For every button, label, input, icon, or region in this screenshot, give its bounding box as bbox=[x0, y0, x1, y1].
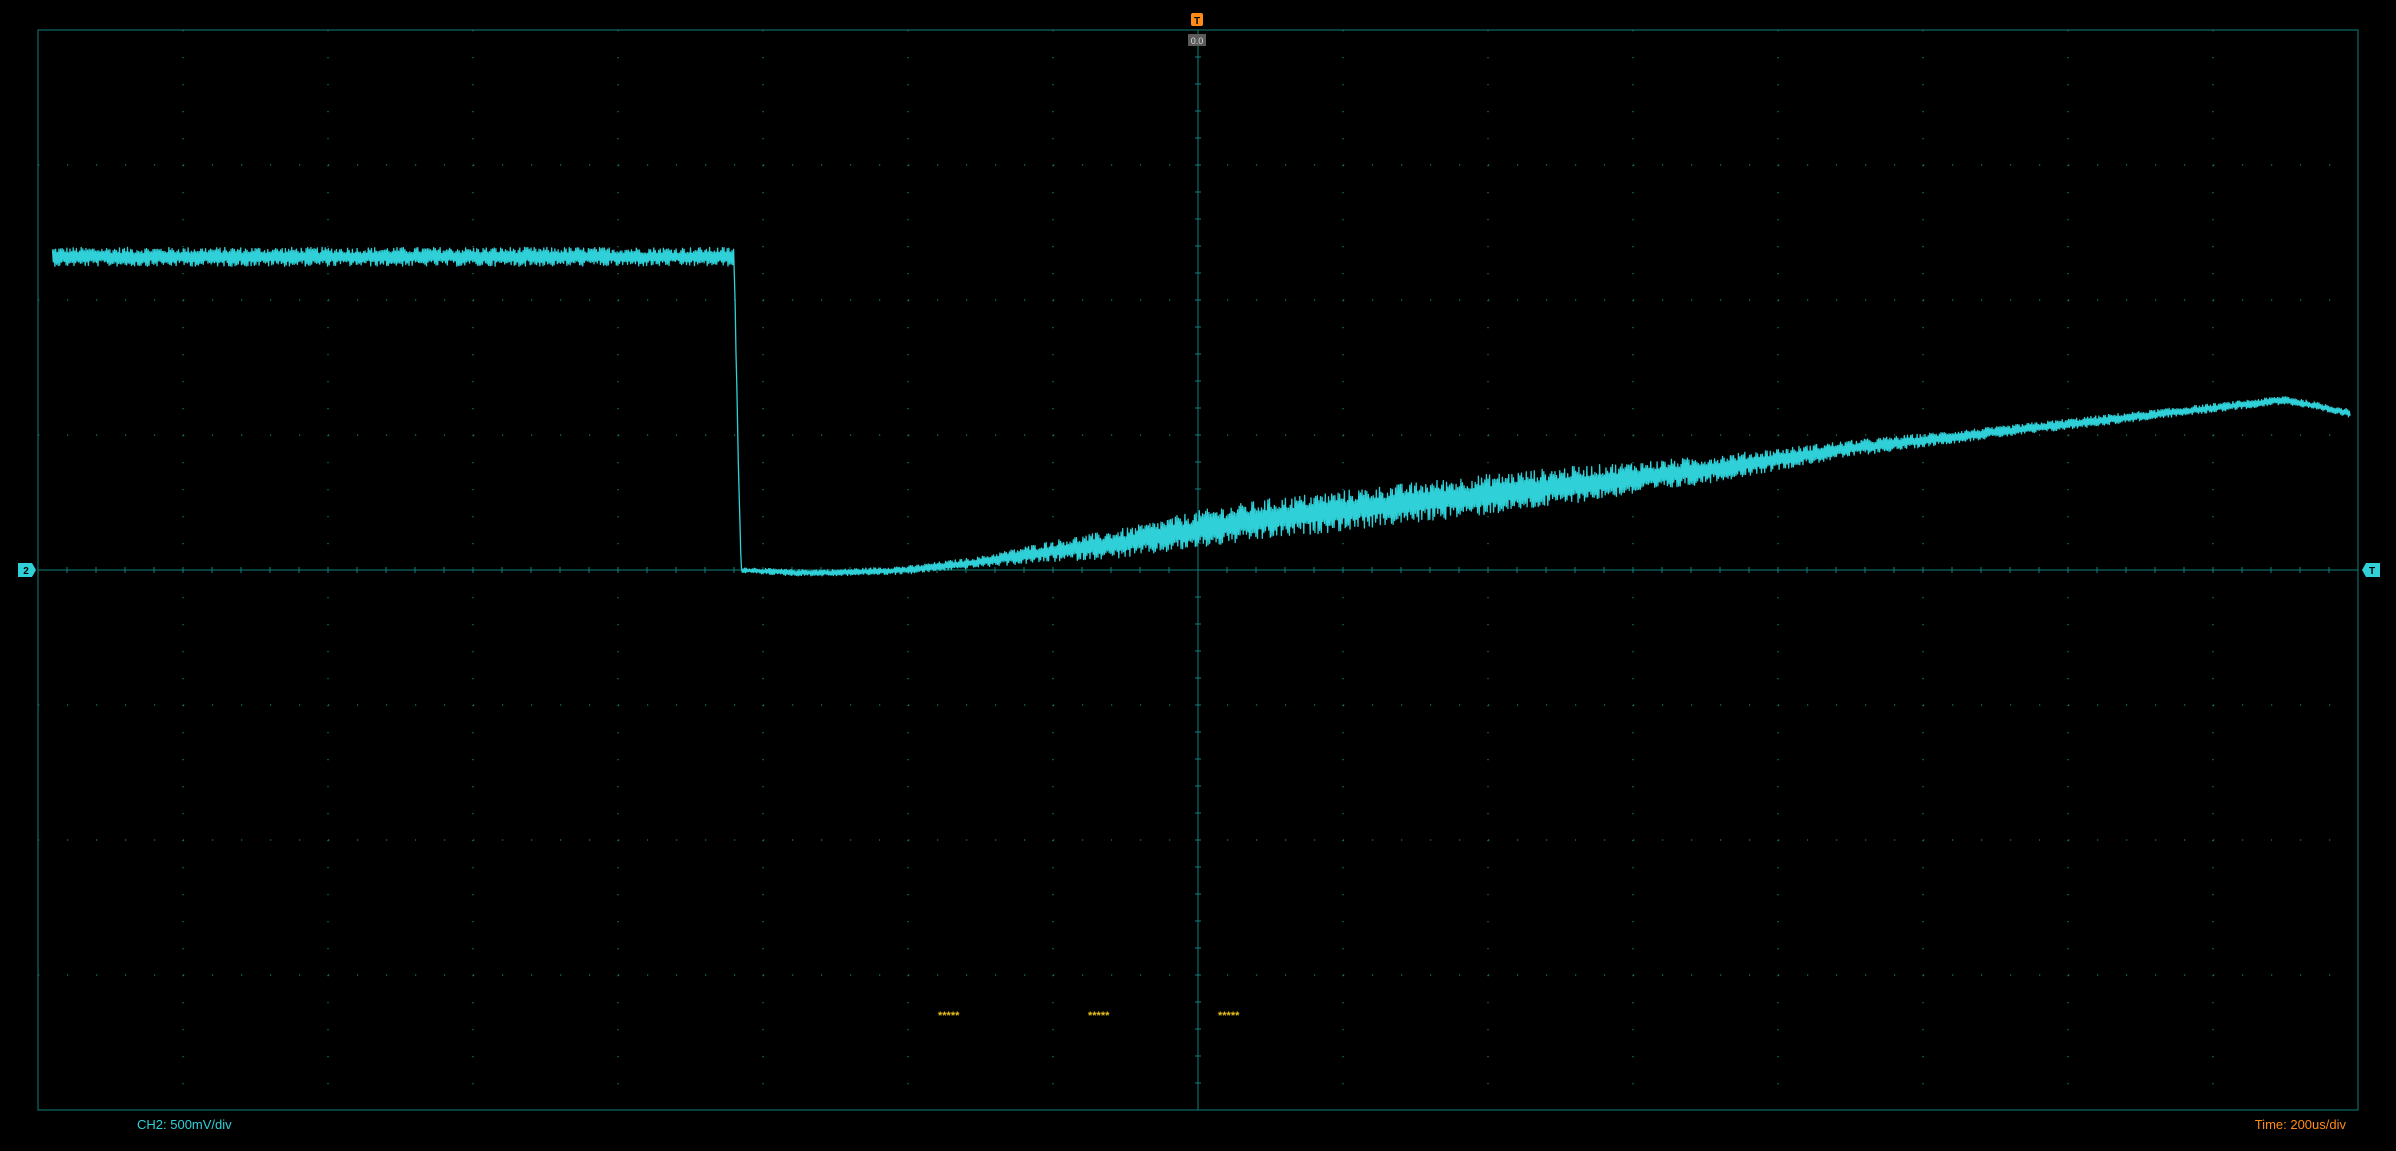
ch2-marker-label: 2 bbox=[23, 566, 29, 577]
trigger-status-label: 0.0 bbox=[1191, 36, 1204, 46]
trigger-level-label: T bbox=[2369, 566, 2375, 577]
measurement-1-value: ***** bbox=[938, 1010, 960, 1022]
trigger-position-label: T bbox=[1194, 16, 1200, 27]
measurement-2-value: ***** bbox=[1088, 1010, 1110, 1022]
oscilloscope-display: T 0.0 2 T ***** ***** ***** bbox=[0, 0, 2396, 1151]
ch2-scale-label: CH2: 500mV/div bbox=[137, 1117, 232, 1132]
trigger-position-marker[interactable]: T bbox=[1191, 13, 1203, 27]
timebase-label: Time: 200us/div bbox=[2254, 1117, 2346, 1132]
measurement-3-value: ***** bbox=[1218, 1010, 1240, 1022]
trigger-status-badge: 0.0 bbox=[1188, 34, 1206, 46]
